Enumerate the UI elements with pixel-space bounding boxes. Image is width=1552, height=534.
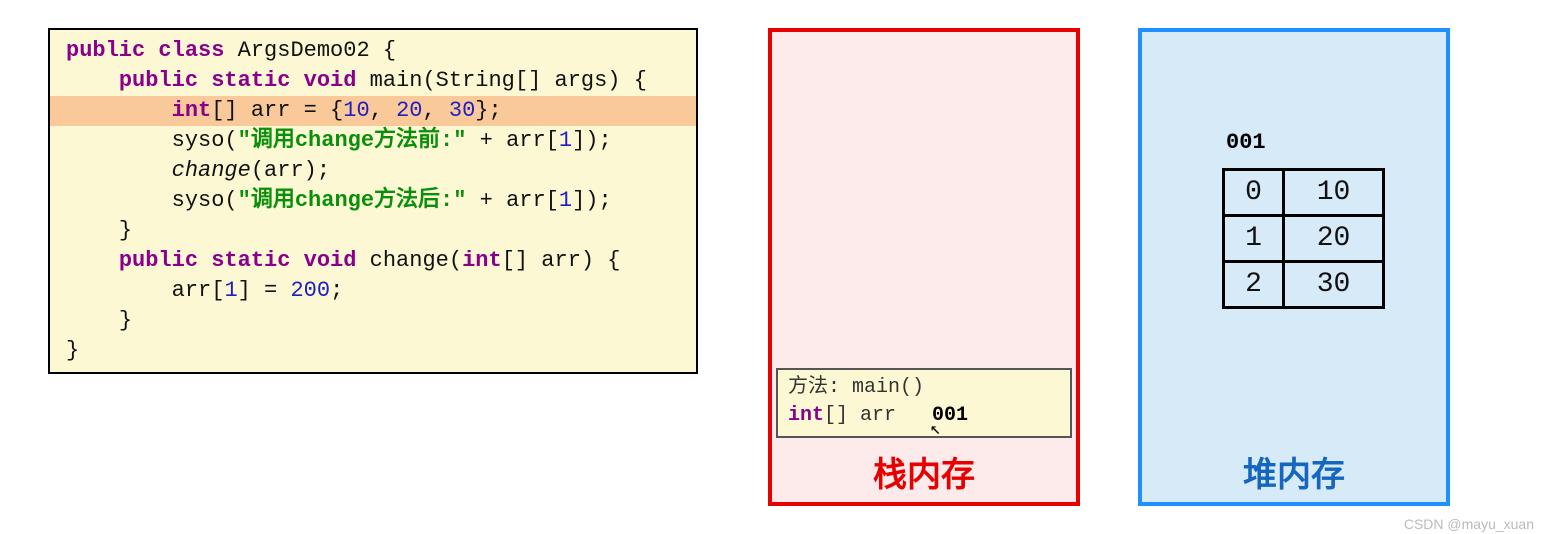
watermark: CSDN @mayu_xuan (1404, 516, 1534, 532)
text: change( (356, 248, 462, 273)
brace: } (119, 308, 132, 333)
stack-frame-method: 方法: main() (788, 374, 1060, 402)
number: 1 (559, 128, 572, 153)
call: change (172, 158, 251, 183)
text: ; (330, 278, 343, 303)
number: 20 (396, 98, 422, 123)
heap-title: 堆内存 (1142, 447, 1446, 496)
keyword: public class (66, 38, 224, 63)
keyword: public static void (119, 68, 357, 93)
array-table: 010 120 230 (1222, 168, 1385, 309)
code-line: } (50, 216, 696, 246)
code-line: public static void main(String[] args) { (50, 66, 696, 96)
brace: } (66, 338, 79, 363)
stack-memory-panel: 方法: main() int[] arr001 ↖ 栈内存 (768, 28, 1080, 506)
keyword: int (172, 98, 212, 123)
var-name: [] arr (824, 404, 896, 427)
array-index: 2 (1224, 262, 1284, 308)
keyword: public static void (119, 248, 357, 273)
keyword: int (462, 248, 502, 273)
code-line: change(arr); (50, 156, 696, 186)
text: syso( (172, 128, 238, 153)
array-value: 30 (1284, 262, 1384, 308)
cursor-icon: ↖ (930, 416, 941, 444)
text: ] = (238, 278, 291, 303)
text: [] arr = { (211, 98, 343, 123)
code-line: syso("调用change方法前:" + arr[1]); (50, 126, 696, 156)
main-sig: main(String[] args) { (356, 68, 646, 93)
heap-address: 001 (1226, 130, 1266, 155)
stack-frame-var: int[] arr001 (788, 402, 1060, 430)
code-line: } (50, 306, 696, 336)
text: syso( (172, 188, 238, 213)
array-value: 10 (1284, 170, 1384, 216)
number: 200 (290, 278, 330, 303)
number: 10 (343, 98, 369, 123)
code-line: public class ArgsDemo02 { (50, 36, 696, 66)
code-line: public static void change(int[] arr) { (50, 246, 696, 276)
code-line: } (50, 336, 696, 366)
text: }; (475, 98, 501, 123)
number: 30 (449, 98, 475, 123)
highlighted-line: int[] arr = {10, 20, 30}; (50, 96, 696, 126)
class-name: ArgsDemo02 { (224, 38, 396, 63)
method-label: 方法: (788, 376, 840, 399)
code-panel: public class ArgsDemo02 { public static … (48, 28, 698, 374)
brace: } (119, 218, 132, 243)
text: + arr[ (466, 128, 558, 153)
text: , (370, 98, 396, 123)
method-name: main() (840, 376, 924, 399)
array-value: 20 (1284, 216, 1384, 262)
table-row: 010 (1224, 170, 1384, 216)
stack-title: 栈内存 (772, 447, 1076, 496)
text: + arr[ (466, 188, 558, 213)
string: "调用change方法后:" (238, 188, 467, 213)
table-row: 230 (1224, 262, 1384, 308)
heap-memory-panel: 001 010 120 230 堆内存 (1138, 28, 1450, 506)
array-index: 1 (1224, 216, 1284, 262)
number: 1 (559, 188, 572, 213)
text: arr[ (172, 278, 225, 303)
stack-frame-main: 方法: main() int[] arr001 ↖ (776, 368, 1072, 438)
string: "调用change方法前:" (238, 128, 467, 153)
code-line: arr[1] = 200; (50, 276, 696, 306)
code-line: syso("调用change方法后:" + arr[1]); (50, 186, 696, 216)
array-index: 0 (1224, 170, 1284, 216)
text: ]); (572, 188, 612, 213)
number: 1 (224, 278, 237, 303)
keyword: int (788, 404, 824, 427)
text: ]); (572, 128, 612, 153)
text: [] arr) { (502, 248, 621, 273)
table-row: 120 (1224, 216, 1384, 262)
text: (arr); (251, 158, 330, 183)
text: , (422, 98, 448, 123)
